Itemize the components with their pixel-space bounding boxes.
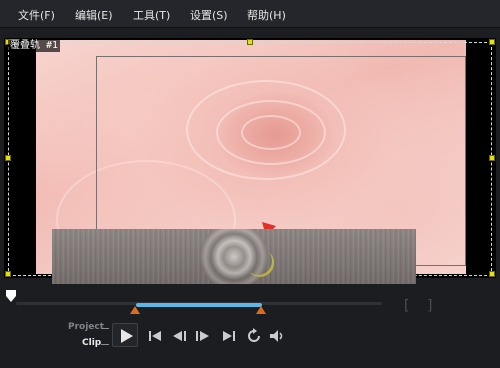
playhead-icon[interactable] <box>6 290 16 302</box>
overlay-clip-image[interactable] <box>52 229 416 284</box>
resize-handle-top-right[interactable] <box>489 39 495 45</box>
previous-frame-button[interactable] <box>170 328 188 344</box>
menu-settings[interactable]: 设置(S) <box>190 7 228 23</box>
volume-button[interactable] <box>268 328 286 344</box>
menu-edit[interactable]: 编辑(E) <box>75 7 113 23</box>
next-frame-button[interactable] <box>194 328 212 344</box>
resize-handle-top[interactable] <box>247 39 253 45</box>
trim-start-marker[interactable] <box>130 306 140 314</box>
mark-in-bracket-icon[interactable]: [ <box>402 298 410 314</box>
repeat-button[interactable] <box>245 328 263 344</box>
play-button[interactable] <box>112 323 138 347</box>
go-to-start-button[interactable] <box>146 328 164 344</box>
project-mode-label[interactable]: Project <box>68 322 104 332</box>
play-icon <box>121 329 133 343</box>
go-to-end-button[interactable] <box>220 328 238 344</box>
menu-file[interactable]: 文件(F) <box>18 7 55 23</box>
trim-end-marker[interactable] <box>256 306 266 314</box>
video-editor-window: 文件(F) 编辑(E) 工具(T) 设置(S) 帮助(H) 覆叠轨 #1 []… <box>0 0 500 368</box>
mode-connector <box>101 344 109 345</box>
resize-handle-bottom-right[interactable] <box>489 271 495 277</box>
menu-help[interactable]: 帮助(H) <box>247 7 286 23</box>
resize-handle-bottom-left[interactable] <box>5 271 11 277</box>
playback-controls: Project Clip <box>0 318 500 368</box>
mark-out-bracket-icon[interactable]: ] <box>426 298 434 314</box>
menu-tools[interactable]: 工具(T) <box>133 7 170 23</box>
timeline-scrubber[interactable]: [ ] <box>0 286 500 314</box>
clip-mode-label[interactable]: Clip <box>82 338 101 348</box>
resize-handle-right[interactable] <box>489 155 495 161</box>
trim-range[interactable] <box>136 303 262 307</box>
mode-connector <box>101 328 109 329</box>
resize-handle-left[interactable] <box>5 155 11 161</box>
swirl-highlight <box>244 247 272 275</box>
swirl-pattern <box>200 229 268 284</box>
menu-bar: 文件(F) 编辑(E) 工具(T) 设置(S) 帮助(H) <box>0 0 500 28</box>
overlay-track-label: 覆叠轨 #1 <box>8 40 61 52</box>
